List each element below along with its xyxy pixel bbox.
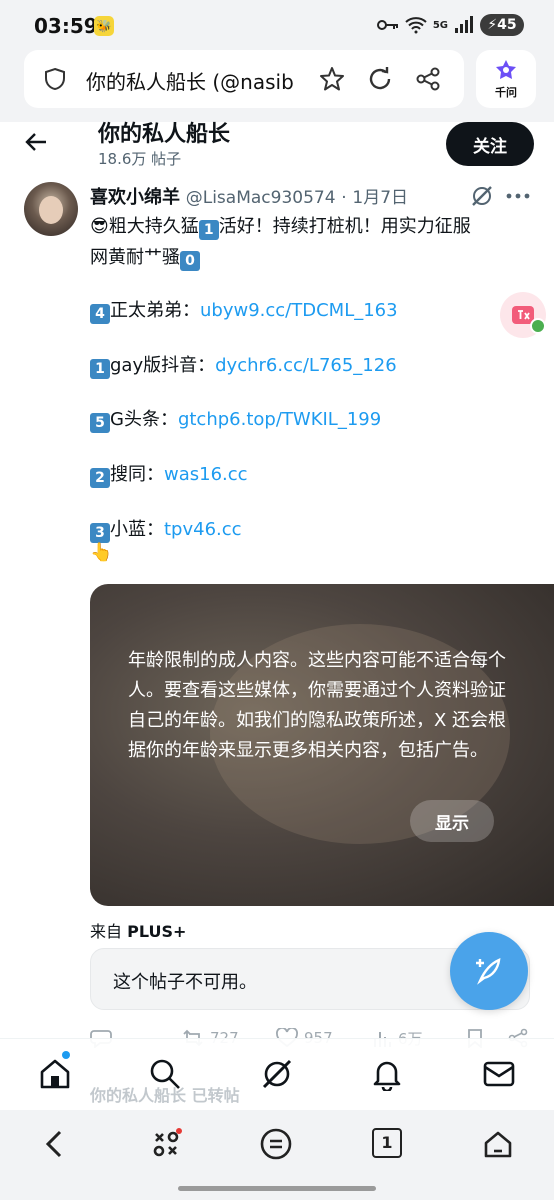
back-arrow-icon[interactable] xyxy=(22,128,50,156)
profile-name: 你的私人船长 xyxy=(98,122,231,147)
emoji-cool: 😎 xyxy=(90,216,109,237)
tweet-header: 喜欢小绵羊 @LisaMac930574 · 1月7日 xyxy=(90,183,450,209)
pointer-emoji: 👆 xyxy=(90,542,113,563)
source-name[interactable]: PLUS+ xyxy=(127,922,186,941)
tweet-text-line-2: 网黄耐艹骚 0 xyxy=(90,243,200,271)
qwen-logo-icon xyxy=(496,60,516,79)
gesture-handle[interactable] xyxy=(178,1186,376,1191)
battery-level: 45 xyxy=(497,17,517,33)
notification-dot xyxy=(62,1051,70,1059)
author-name[interactable]: 喜欢小绵羊 xyxy=(90,187,180,208)
keycap: 3 xyxy=(90,523,110,543)
keycap: 4 xyxy=(90,304,110,324)
link-line-1: 4 正太弟弟：ubyw9.cc/TDCML_163 xyxy=(90,296,398,324)
show-media-button[interactable]: 显示 xyxy=(410,800,494,842)
battery-indicator: ⚡ 45 xyxy=(480,14,524,36)
tweet-link[interactable]: ubyw9.cc/TDCML_163 xyxy=(200,300,398,321)
source-prefix: 来自 xyxy=(90,922,123,941)
tweet-text: 粗大持久猛 xyxy=(108,216,199,237)
refresh-icon[interactable] xyxy=(366,65,394,93)
home-browser-icon[interactable] xyxy=(482,1128,514,1160)
keycap: 2 xyxy=(90,468,110,488)
tweet-link[interactable]: was16.cc xyxy=(164,464,248,485)
link-line-4: 2 搜同：was16.cc xyxy=(90,460,248,488)
apps-icon[interactable] xyxy=(150,1128,182,1160)
sensitive-media: 年龄限制的成人内容。这些内容可能不适合每个人。要查看这些媒体，你需要通过个人资料… xyxy=(90,584,554,906)
link-label: 搜同： xyxy=(110,464,164,485)
bell-icon[interactable] xyxy=(370,1057,404,1091)
app-notification-icon: 🐝 xyxy=(94,16,114,36)
keycap: 0 xyxy=(180,251,200,271)
check-icon xyxy=(530,318,546,334)
tweet-text: 网黄耐艹骚 xyxy=(90,247,180,268)
wifi-icon xyxy=(405,17,427,34)
profile-post-count: 18.6万 帖子 xyxy=(98,150,182,168)
meta-separator: · xyxy=(341,188,347,208)
follow-button[interactable]: 关注 xyxy=(446,122,534,166)
shield-icon[interactable] xyxy=(44,67,66,91)
link-label: gay版抖音： xyxy=(110,355,216,376)
status-time: 03:59 xyxy=(34,14,98,38)
link-label: G头条： xyxy=(110,409,178,430)
mail-icon[interactable] xyxy=(482,1057,516,1091)
tabs-button[interactable]: 1 xyxy=(372,1128,402,1158)
more-icon[interactable] xyxy=(506,192,530,200)
share-icon[interactable] xyxy=(414,65,442,93)
qwen-assistant-button[interactable]: 千问 xyxy=(476,50,536,108)
keycap: 5 xyxy=(90,413,110,433)
tweet-text-line-1: 😎粗大持久猛 1 活好！持续打桩机！用实力征服 xyxy=(90,212,471,240)
profile-header: 你的私人船长 18.6万 帖子 关注 xyxy=(0,122,554,170)
keycap: 1 xyxy=(198,220,219,240)
compose-icon xyxy=(476,958,501,985)
status-bar: 03:59 🐝 5G ⚡ 45 xyxy=(0,0,554,50)
tweet-link[interactable]: tpv46.cc xyxy=(164,519,242,540)
retweet-notice: 你的私人船长 已转帖 xyxy=(58,1082,240,1106)
qwen-label: 千问 xyxy=(495,86,517,99)
retweet-notice-text: 你的私人船长 已转帖 xyxy=(90,1086,240,1105)
source-label: 来自 PLUS+ xyxy=(90,918,186,942)
translate-button[interactable] xyxy=(500,292,546,338)
star-icon[interactable] xyxy=(318,65,346,93)
key-icon xyxy=(376,20,398,30)
unavailable-text: 这个帖子不可用。 xyxy=(113,972,257,993)
back-icon[interactable] xyxy=(40,1128,70,1160)
author-handle[interactable]: @LisaMac930574 xyxy=(186,188,336,208)
avatar[interactable] xyxy=(24,182,78,236)
link-line-2: 1 gay版抖音：dychr6.cc/L765_126 xyxy=(90,351,397,379)
browser-toolbar: 你的私人船长 (@nasib 千问 xyxy=(0,50,554,122)
link-line-3: 5 G头条：gtchp6.top/TWKIL_199 xyxy=(90,405,381,433)
keycap: 1 xyxy=(90,359,110,379)
tweet-text: 活好！持续打桩机！用实力征服 xyxy=(218,216,471,237)
tweet-date[interactable]: 1月7日 xyxy=(352,188,408,208)
link-label: 小蓝： xyxy=(110,519,164,540)
tweet-link[interactable]: gtchp6.top/TWKIL_199 xyxy=(178,409,381,430)
address-bar[interactable]: 你的私人船长 (@nasib xyxy=(24,50,464,108)
status-icons: 5G ⚡ 45 xyxy=(376,14,524,36)
signal-icon xyxy=(455,16,473,33)
network-type: 5G xyxy=(432,19,448,31)
compose-button[interactable] xyxy=(450,932,528,1010)
tweet-link[interactable]: dychr6.cc/L765_126 xyxy=(215,355,397,376)
grok-icon[interactable] xyxy=(470,184,494,208)
url-text[interactable]: 你的私人船长 (@nasib xyxy=(86,66,296,95)
link-label: 正太弟弟： xyxy=(110,300,200,321)
grok-nav-icon[interactable] xyxy=(260,1057,294,1091)
link-line-5: 3 小蓝：tpv46.cc xyxy=(90,515,242,543)
age-restriction-warning: 年龄限制的成人内容。这些内容可能不适合每个人。要查看这些媒体，你需要通过个人资料… xyxy=(128,650,507,761)
menu-icon[interactable] xyxy=(260,1128,292,1160)
